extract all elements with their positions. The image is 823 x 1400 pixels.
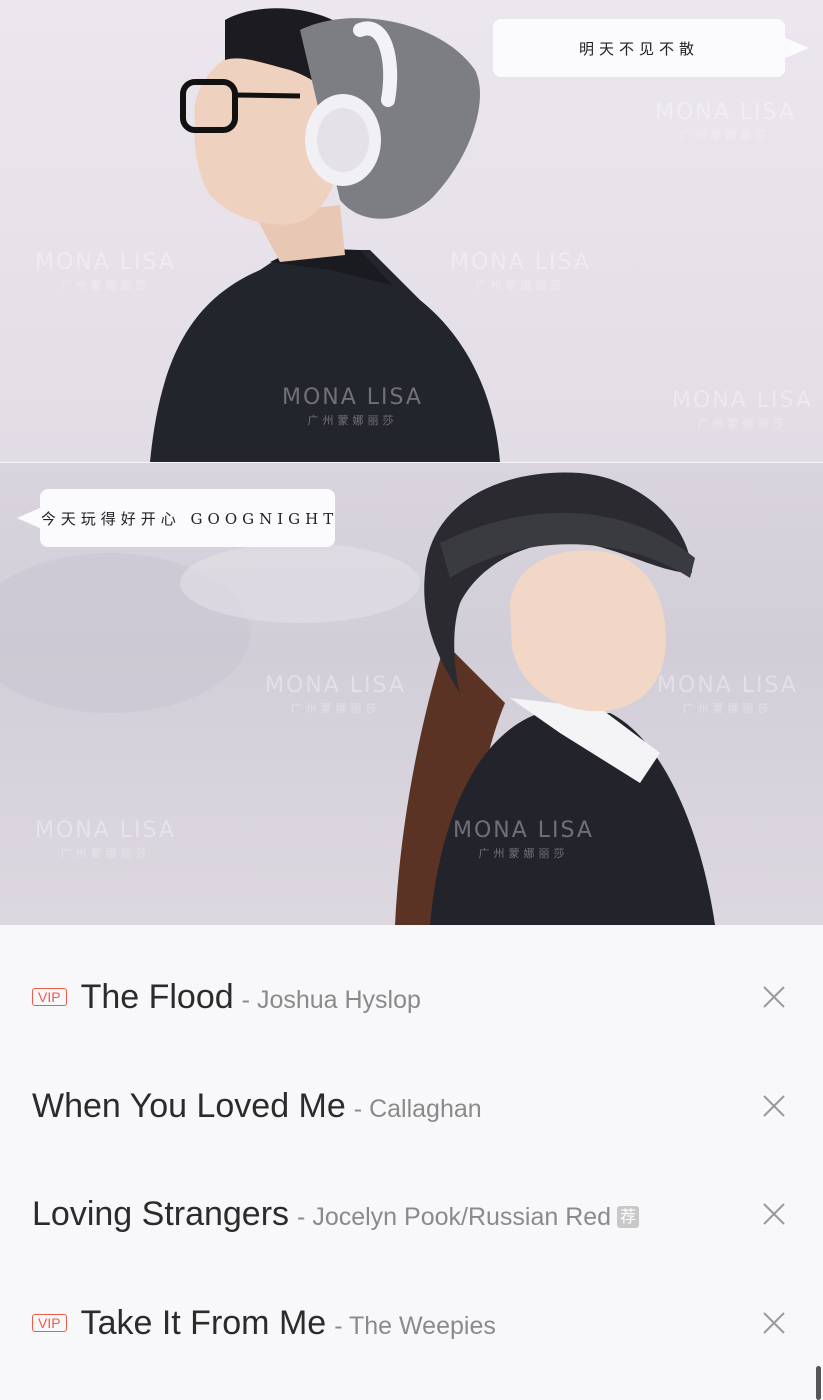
song-row[interactable]: VIP Take It From Me - The Weepies xyxy=(0,1278,823,1368)
photo-bottom: MONA LISA 广州蒙娜丽莎 MONA LISA 广州蒙娜丽莎 MONA LIS… xyxy=(0,463,823,925)
remove-song-button[interactable] xyxy=(759,1091,789,1121)
song-row[interactable]: When You Loved Me - Callaghan xyxy=(0,1061,823,1151)
speech-bubble-text: 明天不见不散 xyxy=(578,39,699,58)
song-artist: - Joshua Hyslop xyxy=(241,985,421,1014)
watermark: MONA LISA 广州蒙娜丽莎 xyxy=(655,100,796,142)
close-icon xyxy=(763,1203,785,1225)
close-icon xyxy=(763,986,785,1008)
song-artist: - The Weepies xyxy=(334,1311,496,1340)
watermark: MONA LISA 广州蒙娜丽莎 xyxy=(453,818,594,860)
remove-song-button[interactable] xyxy=(759,1308,789,1338)
song-row[interactable]: VIP The Flood - Joshua Hyslop xyxy=(0,952,823,1042)
song-artist: - Callaghan xyxy=(353,1094,482,1123)
close-icon xyxy=(763,1312,785,1334)
close-icon xyxy=(763,1095,785,1117)
speech-bubble-top: 明天不见不散 xyxy=(493,19,809,77)
watermark: MONA LISA 广州蒙娜丽莎 xyxy=(265,673,406,715)
playlist: VIP The Flood - Joshua Hyslop When You L… xyxy=(0,925,823,1400)
song-info[interactable]: VIP The Flood - Joshua Hyslop xyxy=(32,978,421,1017)
watermark: MONA LISA 广州蒙娜丽莎 xyxy=(657,673,798,715)
watermark: MONA LISA 广州蒙娜丽莎 xyxy=(672,388,813,430)
scrollbar[interactable] xyxy=(816,1366,821,1400)
song-info[interactable]: VIP Take It From Me - The Weepies xyxy=(32,1304,496,1343)
song-title: The Flood xyxy=(80,977,234,1016)
song-title: Take It From Me xyxy=(80,1303,327,1342)
photo-top: MONA LISA 广州蒙娜丽莎 MONA LISA 广州蒙娜丽莎 MONA LIS… xyxy=(0,0,823,462)
song-title: Loving Strangers xyxy=(32,1194,290,1233)
song-title: When You Loved Me xyxy=(32,1086,346,1125)
speech-bubble-bottom: 今天玩得好开心 GOOGNIGHT xyxy=(17,489,339,547)
song-info[interactable]: Loving Strangers - Jocelyn Pook/Russian … xyxy=(32,1194,640,1234)
speech-bubble-text: 今天玩得好开心 GOOGNIGHT xyxy=(40,509,339,528)
recommended-badge: 荐 xyxy=(617,1205,640,1228)
song-artist: - Jocelyn Pook/Russian Red xyxy=(297,1202,612,1231)
watermark: MONA LISA 广州蒙娜丽莎 xyxy=(35,818,176,860)
vip-badge: VIP xyxy=(32,987,67,1006)
remove-song-button[interactable] xyxy=(759,1199,789,1229)
song-row[interactable]: Loving Strangers - Jocelyn Pook/Russian … xyxy=(0,1169,823,1259)
watermark: MONA LISA 广州蒙娜丽莎 xyxy=(450,250,591,292)
watermark: MONA LISA 广州蒙娜丽莎 xyxy=(35,250,176,292)
remove-song-button[interactable] xyxy=(759,982,789,1012)
vip-badge: VIP xyxy=(32,1313,67,1332)
watermark: MONA LISA 广州蒙娜丽莎 xyxy=(282,385,423,427)
song-info[interactable]: When You Loved Me - Callaghan xyxy=(32,1087,482,1126)
